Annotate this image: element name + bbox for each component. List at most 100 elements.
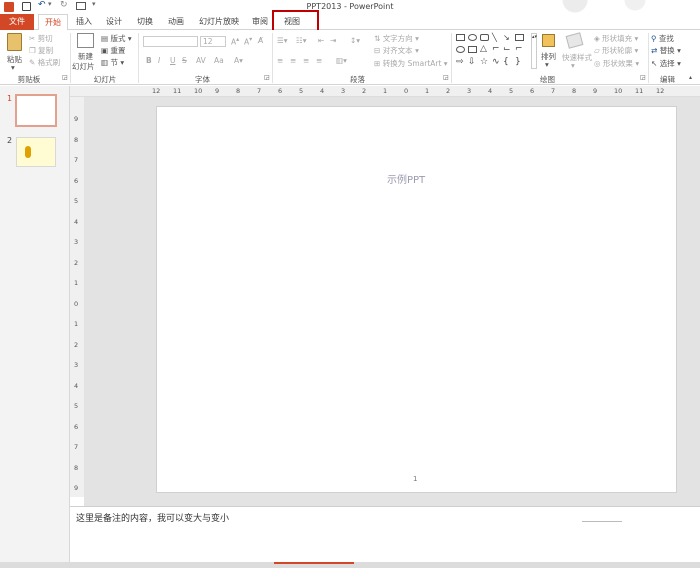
undo-dropdown-icon[interactable]: ▾ <box>48 0 52 8</box>
align-center-icon[interactable]: ≡ <box>290 56 296 65</box>
format-painter-icon: ✎ <box>29 58 36 67</box>
paste-dropdown-icon[interactable]: ▾ <box>11 63 15 72</box>
oval2-shape-icon[interactable] <box>456 46 465 53</box>
arrange-icon[interactable] <box>542 34 555 47</box>
columns-icon[interactable]: ▥▾ <box>336 56 347 65</box>
shrink-font-icon[interactable]: A▾ <box>244 36 252 47</box>
font-name-box[interactable] <box>143 36 198 47</box>
notes-pane[interactable]: 这里是备注的内容，我可以变大与变小 <box>70 506 700 562</box>
increase-indent-icon[interactable]: ⇥ <box>330 36 336 45</box>
shape-effects-button[interactable]: ◎ 形状效果 ▾ <box>594 58 639 69</box>
arrow-down-shape-icon[interactable]: ⇩ <box>468 57 476 67</box>
slide-title-text[interactable]: 示例PPT <box>387 171 425 186</box>
format-painter-button[interactable]: ✎ 格式刷 <box>29 57 60 68</box>
arrow-right-shape-icon[interactable]: ⇨ <box>456 57 464 67</box>
line-shape-icon[interactable]: ╲ <box>492 33 497 42</box>
ruler-left-label: 8 <box>74 135 79 144</box>
smartart-button[interactable]: ⊞ 转换为 SmartArt ▾ <box>374 58 448 69</box>
bullets-icon[interactable]: ☰▾ <box>277 36 288 45</box>
slide-canvas[interactable]: 示例PPT 1 <box>156 106 677 493</box>
collapse-ribbon-icon[interactable]: ▴ <box>689 74 692 81</box>
numbering-icon[interactable]: ☷▾ <box>296 36 307 45</box>
vertical-ruler: 9 8 7 6 5 4 3 2 1 0 1 2 3 4 5 6 7 8 9 <box>70 97 84 497</box>
brace3-shape-icon[interactable]: } <box>515 57 521 67</box>
brace2-shape-icon[interactable]: { <box>503 57 509 67</box>
rounded-rect-shape-icon[interactable] <box>480 34 489 41</box>
layout-button[interactable]: ▤ 版式 ▾ <box>101 33 132 44</box>
tab-home[interactable]: 开始 <box>38 14 68 31</box>
strikethrough-button[interactable]: S <box>182 56 187 65</box>
change-case-icon[interactable]: Aa <box>214 56 224 65</box>
shape-fill-button[interactable]: ◈ 形状填充 ▾ <box>594 33 638 44</box>
align-text-button[interactable]: ⊟ 对齐文本 ▾ <box>374 45 419 56</box>
rect2-shape-icon[interactable] <box>468 46 477 53</box>
drawing-launcher-icon[interactable]: ◲ <box>640 74 646 81</box>
font-color-icon[interactable]: A▾ <box>234 56 243 65</box>
thumbnail-slide-1[interactable] <box>15 94 57 127</box>
curve-shape-icon[interactable]: ∿ <box>492 57 500 67</box>
find-button[interactable]: ⚲ 查找 <box>651 33 674 44</box>
connector2-shape-icon[interactable]: ⌙ <box>503 44 511 54</box>
shapes-gallery[interactable]: ╲ ↘ △ ⌐ ⌙ ⌐ ⇨ ⇩ ☆ ∿ { } <box>455 33 530 71</box>
shape-outline-button[interactable]: ▱ 形状轮廓 ▾ <box>594 45 638 56</box>
customize-qat-icon[interactable]: ▾ <box>92 0 96 8</box>
tab-transitions[interactable]: 切换 <box>133 14 157 30</box>
quick-styles-icon[interactable] <box>565 32 584 49</box>
justify-icon[interactable]: ≡ <box>316 56 322 65</box>
replace-button[interactable]: ⇄ 替换 ▾ <box>651 45 681 56</box>
notes-text[interactable]: 这里是备注的内容，我可以变大与变小 <box>76 511 229 524</box>
align-left-icon[interactable]: ≡ <box>277 56 283 65</box>
paste-icon[interactable] <box>7 33 22 51</box>
tab-review[interactable]: 审阅 <box>248 14 272 30</box>
rectangle-shape-icon[interactable] <box>456 34 465 41</box>
redo-icon[interactable]: ↻ <box>60 0 68 10</box>
ruler-top-label: 10 <box>194 87 203 95</box>
char-spacing-icon[interactable]: AV <box>196 56 206 65</box>
reset-button[interactable]: ▣ 重置 <box>101 45 125 56</box>
paragraph-launcher-icon[interactable]: ◲ <box>443 74 449 81</box>
tab-slideshow[interactable]: 幻灯片放映 <box>196 14 242 30</box>
quick-styles-dropdown-icon[interactable]: ▾ <box>571 61 575 70</box>
tab-insert[interactable]: 插入 <box>72 14 96 30</box>
oval-shape-icon[interactable] <box>468 34 477 41</box>
ribbon: 粘贴 ▾ ✂ 剪切 ❐ 复制 ✎ 格式刷 剪贴板 ◲ 新建 幻灯片 ▤ 版式 ▾… <box>0 30 700 85</box>
section-button[interactable]: ▥ 节 ▾ <box>101 57 124 68</box>
tab-design[interactable]: 设计 <box>102 14 126 30</box>
copy-button[interactable]: ❐ 复制 <box>29 45 53 56</box>
italic-button[interactable]: I <box>158 56 160 65</box>
brace-shape-icon[interactable]: ⌐ <box>515 44 523 54</box>
thumbnail-slide-2[interactable] <box>16 137 56 167</box>
underline-button[interactable]: U <box>170 56 176 65</box>
new-slide-icon[interactable] <box>77 33 94 48</box>
ruler-top-label: 2 <box>446 87 451 95</box>
font-launcher-icon[interactable]: ◲ <box>264 74 270 81</box>
align-right-icon[interactable]: ≡ <box>303 56 309 65</box>
group-label-drawing: 绘图 <box>540 75 555 84</box>
grow-font-icon[interactable]: A▴ <box>231 36 239 47</box>
arrow-shape-icon[interactable]: ↘ <box>503 33 510 42</box>
star-shape-icon[interactable]: ☆ <box>480 57 488 67</box>
bold-button[interactable]: B <box>146 56 152 65</box>
line-spacing-icon[interactable]: ↕▾ <box>350 36 360 45</box>
new-slide-button-line2[interactable]: 幻灯片 <box>72 61 95 72</box>
tab-file[interactable]: 文件 <box>0 14 34 30</box>
ruler-left-label: 6 <box>74 422 79 431</box>
select-button[interactable]: ↖ 选择 ▾ <box>651 58 681 69</box>
text-direction-button[interactable]: ⇅ 文字方向 ▾ <box>374 33 419 44</box>
clipboard-launcher-icon[interactable]: ◲ <box>62 74 68 81</box>
tab-animations[interactable]: 动画 <box>164 14 188 30</box>
connector-shape-icon[interactable]: ⌐ <box>492 44 500 54</box>
save-icon[interactable] <box>22 2 31 11</box>
quick-styles-button[interactable]: 快速样式 <box>562 52 592 63</box>
cut-button[interactable]: ✂ 剪切 <box>29 33 53 44</box>
section-icon: ▥ <box>101 58 109 67</box>
square-shape-icon[interactable] <box>515 34 524 41</box>
start-slideshow-icon[interactable] <box>76 2 86 10</box>
clear-format-icon[interactable]: A̸ <box>258 36 263 45</box>
shapes-gallery-scroll[interactable]: ▴▾ <box>531 33 537 69</box>
triangle-shape-icon[interactable]: △ <box>480 44 487 54</box>
arrange-dropdown-icon[interactable]: ▾ <box>545 60 549 69</box>
decrease-indent-icon[interactable]: ⇤ <box>318 36 324 45</box>
group-label-clipboard: 剪贴板 <box>17 75 41 84</box>
undo-icon[interactable]: ↶ <box>38 0 46 10</box>
